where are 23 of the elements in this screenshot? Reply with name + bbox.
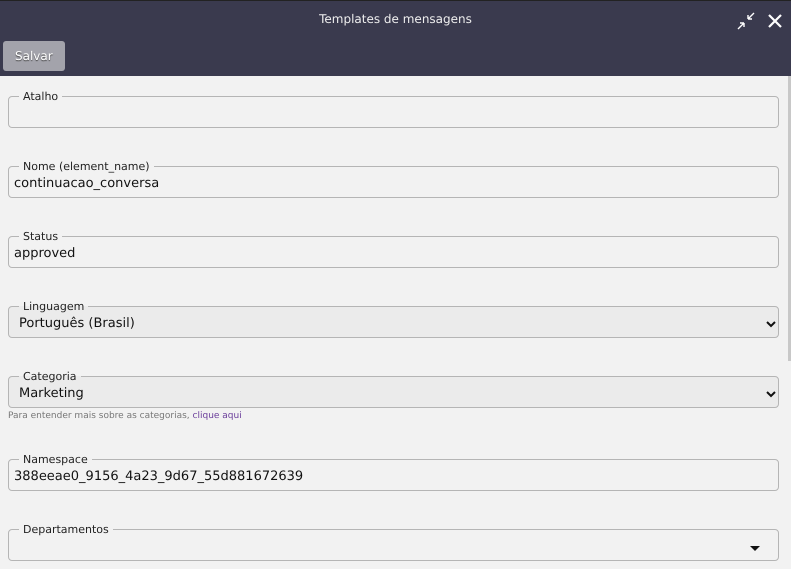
field-label: Status [22, 230, 60, 243]
collapse-icon[interactable] [737, 12, 755, 30]
chevron-icon [766, 320, 776, 328]
field-label: Nome (element_name) [22, 160, 151, 173]
field-label: Namespace [22, 453, 89, 466]
scrollbar-thumb[interactable] [788, 76, 791, 361]
select-field[interactable]: Linguagem Português (Brasil) [8, 300, 779, 338]
input-field[interactable]: Status approved [8, 230, 779, 268]
select-field[interactable]: Departamentos [8, 523, 779, 561]
input-field[interactable]: Atalho [8, 90, 779, 128]
field-label: Linguagem [22, 300, 86, 313]
caret-icon [749, 544, 761, 552]
select-field[interactable]: Categoria Marketing [8, 370, 779, 408]
field-label: Atalho [22, 90, 60, 103]
chevron-icon [766, 390, 776, 398]
close-icon[interactable] [767, 13, 783, 29]
window-title: Templates de mensagens [319, 12, 472, 26]
input-field[interactable]: Namespace 388eeae0_9156_4a23_9d67_55d881672639 [8, 453, 779, 491]
field-label: Categoria [22, 370, 78, 383]
input-field[interactable]: Nome (element_name) continuacao_conversa [8, 160, 779, 198]
help-text: Para entender mais sobre as categorias, clique aqui [8, 411, 243, 421]
help-link[interactable]: clique aqui [192, 411, 242, 421]
field-label: Departamentos [22, 523, 110, 536]
